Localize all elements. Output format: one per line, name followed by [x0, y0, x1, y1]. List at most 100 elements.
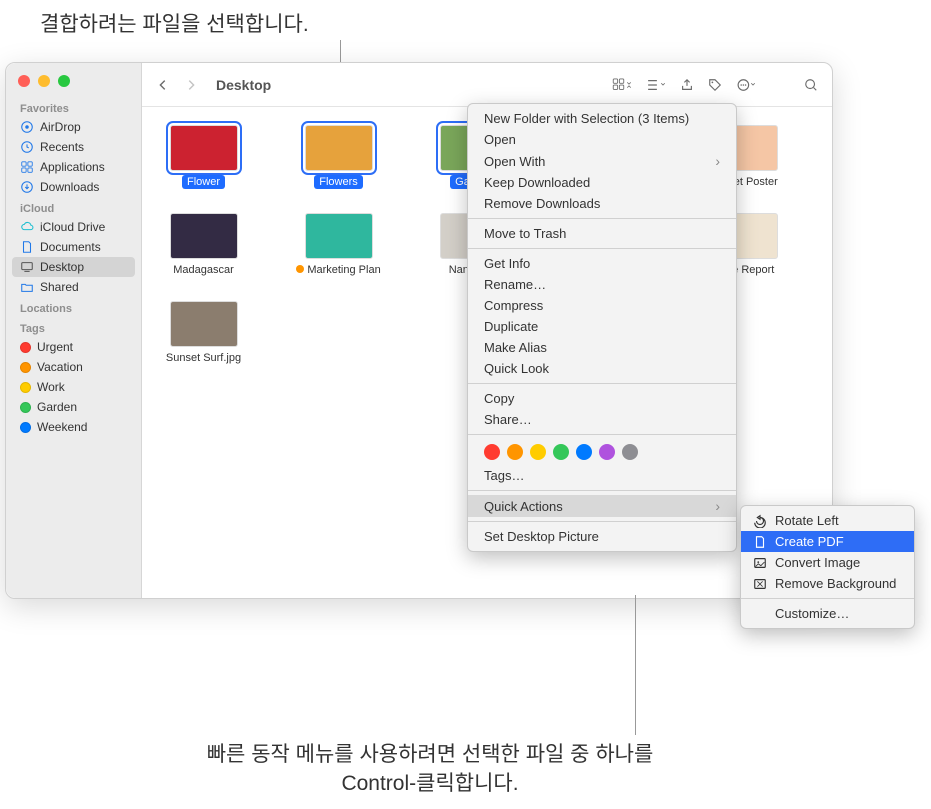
tag-dot-icon [20, 382, 31, 393]
submenu-label: Convert Image [775, 555, 860, 570]
sidebar-item-applications[interactable]: Applications [6, 157, 141, 177]
sidebar-tag[interactable]: Weekend [6, 417, 141, 437]
menu-item[interactable]: Open With [468, 150, 736, 172]
sidebar-label: Applications [40, 160, 105, 174]
locations-heading: Locations [6, 297, 141, 317]
sidebar-item-shared[interactable]: Shared [6, 277, 141, 297]
tag-dot-icon [20, 342, 31, 353]
file-item[interactable]: Madagascar [156, 213, 251, 277]
menu-separator [468, 248, 736, 249]
airdrop-icon [20, 120, 34, 134]
search-button[interactable] [804, 78, 818, 92]
menu-separator [468, 383, 736, 384]
menu-set-desktop-picture[interactable]: Set Desktop Picture [468, 526, 736, 547]
clock-icon [20, 140, 34, 154]
menu-item[interactable]: New Folder with Selection (3 Items) [468, 108, 736, 129]
menu-item[interactable]: Quick Look [468, 358, 736, 379]
tag-color-dot[interactable] [530, 444, 546, 460]
menu-separator [468, 490, 736, 491]
submenu-item[interactable]: Convert Image [741, 552, 914, 573]
forward-button[interactable] [184, 78, 198, 92]
file-item[interactable]: Sunset Surf.jpg [156, 301, 251, 365]
file-thumbnail [170, 301, 238, 347]
menu-item[interactable]: Open [468, 129, 736, 150]
sidebar-label: Recents [40, 140, 84, 154]
icloud-heading: iCloud [6, 197, 141, 217]
desktop-icon [20, 260, 34, 274]
sidebar-item-downloads[interactable]: Downloads [6, 177, 141, 197]
file-item[interactable]: Flowers [291, 125, 386, 189]
submenu-item[interactable]: Rotate Left [741, 510, 914, 531]
sidebar-tag[interactable]: Urgent [6, 337, 141, 357]
sidebar-item-desktop[interactable]: Desktop [12, 257, 135, 277]
sidebar-item-icloud-drive[interactable]: iCloud Drive [6, 217, 141, 237]
menu-item[interactable]: Share… [468, 409, 736, 430]
tags-button[interactable] [708, 78, 722, 92]
menu-item[interactable]: Move to Trash [468, 223, 736, 244]
menu-quick-actions[interactable]: Quick Actions [468, 495, 736, 517]
cloud-icon [20, 220, 34, 234]
menu-tags[interactable]: Tags… [468, 465, 736, 486]
sidebar-label: AirDrop [40, 120, 81, 134]
sidebar: Favorites AirDrop Recents Applications D… [6, 63, 142, 598]
file-item[interactable]: Marketing Plan [291, 213, 386, 277]
menu-separator [741, 598, 914, 599]
menu-item[interactable]: Copy [468, 388, 736, 409]
more-button[interactable] [736, 78, 756, 92]
sidebar-tag[interactable]: Vacation [6, 357, 141, 377]
submenu-label: Remove Background [775, 576, 896, 591]
toolbar: Desktop [142, 63, 832, 107]
tag-color-dot[interactable] [599, 444, 615, 460]
submenu-item[interactable]: Remove Background [741, 573, 914, 594]
tag-color-dot[interactable] [507, 444, 523, 460]
menu-item[interactable]: Duplicate [468, 316, 736, 337]
tag-dot-icon [20, 402, 31, 413]
zoom-button[interactable] [58, 75, 70, 87]
sidebar-tag[interactable]: Garden [6, 397, 141, 417]
tag-label: Vacation [37, 360, 83, 374]
submenu-label: Create PDF [775, 534, 844, 549]
group-button[interactable] [646, 78, 666, 92]
close-button[interactable] [18, 75, 30, 87]
menu-separator [468, 434, 736, 435]
tag-dot-icon [20, 362, 31, 373]
minimize-button[interactable] [38, 75, 50, 87]
pdf-icon [753, 535, 767, 549]
menu-item[interactable]: Remove Downloads [468, 193, 736, 214]
sidebar-tag[interactable]: Work [6, 377, 141, 397]
sidebar-item-airdrop[interactable]: AirDrop [6, 117, 141, 137]
shared-folder-icon [20, 280, 34, 294]
callout-line-bottom [635, 595, 636, 735]
tags-heading: Tags [6, 317, 141, 337]
menu-item[interactable]: Rename… [468, 274, 736, 295]
file-name-label: Flowers [314, 175, 363, 189]
window-title: Desktop [216, 77, 271, 93]
file-name-label: Marketing Plan [291, 263, 385, 277]
convert-icon [753, 556, 767, 570]
menu-item[interactable]: Make Alias [468, 337, 736, 358]
submenu-item[interactable]: Create PDF [741, 531, 914, 552]
sidebar-item-recents[interactable]: Recents [6, 137, 141, 157]
tag-label: Urgent [37, 340, 73, 354]
tag-color-dot[interactable] [622, 444, 638, 460]
submenu-customize[interactable]: Customize… [741, 603, 914, 624]
back-button[interactable] [156, 78, 170, 92]
menu-separator [468, 218, 736, 219]
view-icons-button[interactable] [612, 78, 632, 92]
sidebar-label: Downloads [40, 180, 99, 194]
callout-bottom: 빠른 동작 메뉴를 사용하려면 선택한 파일 중 하나를 Control-클릭합… [180, 740, 680, 799]
submenu-label: Rotate Left [775, 513, 839, 528]
file-name-label: Madagascar [168, 263, 239, 277]
sidebar-label: Shared [40, 280, 79, 294]
menu-item[interactable]: Keep Downloaded [468, 172, 736, 193]
file-item[interactable]: Flower [156, 125, 251, 189]
sidebar-item-documents[interactable]: Documents [6, 237, 141, 257]
tag-color-dot[interactable] [484, 444, 500, 460]
share-button[interactable] [680, 78, 694, 92]
rotate-icon [753, 514, 767, 528]
tag-color-dot[interactable] [576, 444, 592, 460]
menu-item[interactable]: Get Info [468, 253, 736, 274]
tag-label: Weekend [37, 420, 87, 434]
tag-color-dot[interactable] [553, 444, 569, 460]
menu-item[interactable]: Compress [468, 295, 736, 316]
